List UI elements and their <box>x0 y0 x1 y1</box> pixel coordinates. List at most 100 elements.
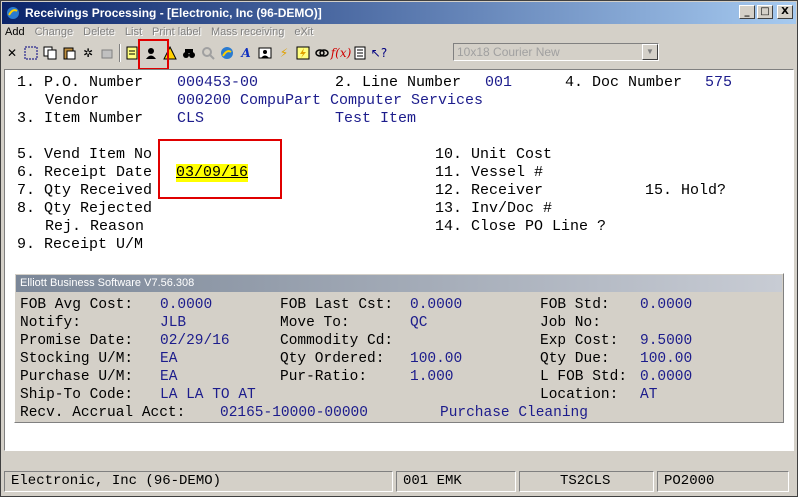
quick-action-icon[interactable] <box>294 44 312 62</box>
rej-reason-label: Rej. Reason <box>45 218 145 235</box>
receipt-um-label: 9. Receipt U/M <box>17 236 144 253</box>
po-number-value[interactable]: 000453-00 <box>177 74 258 92</box>
fob-avg-cost-label: FOB Avg Cost: <box>20 297 134 313</box>
vendor-label: Vendor <box>45 92 100 109</box>
maximize-button[interactable]: □ <box>757 5 773 19</box>
status-terminal: TS2CLS <box>519 471 654 492</box>
menu-add[interactable]: Add <box>5 26 25 42</box>
settings-icon[interactable]: ✲ <box>79 44 97 62</box>
purchase-um-label: Purchase U/M: <box>20 369 134 385</box>
contact-icon[interactable] <box>256 44 274 62</box>
item-number-value[interactable]: CLS <box>177 110 204 128</box>
vendor-value: 000200 CompuPart Computer Services <box>177 92 484 109</box>
menu-delete[interactable]: Delete <box>83 26 115 42</box>
qty-due-label: Qty Due: <box>540 351 610 367</box>
vend-item-no-label: 5. Vend Item No <box>17 146 153 163</box>
vessel-label: 11. Vessel # <box>435 164 544 181</box>
stocking-um-value: EA <box>160 351 178 367</box>
title-bar[interactable]: Receivings Processing - [Electronic, Inc… <box>2 2 796 24</box>
menu-change[interactable]: Change <box>35 26 74 42</box>
inv-doc-label: 13. Inv/Doc # <box>435 200 553 217</box>
recv-accrual-value: 02165-10000-00000 <box>220 405 368 421</box>
cut-icon[interactable]: ✕ <box>3 44 21 62</box>
export-icon[interactable] <box>98 44 116 62</box>
link-icon[interactable] <box>313 44 331 62</box>
qty-rejected-label: 8. Qty Rejected <box>17 200 153 217</box>
hold-label: 15. Hold? <box>645 182 727 199</box>
doc-number-value[interactable]: 575 <box>705 74 732 92</box>
status-company: Electronic, Inc (96-DEMO) <box>4 471 393 492</box>
item-description: Test Item <box>335 110 417 127</box>
list-icon[interactable] <box>351 44 369 62</box>
pur-ratio-label: Pur-Ratio: <box>280 369 368 385</box>
stocking-um-label: Stocking U/M: <box>20 351 134 367</box>
toolbar: ✕ ✲ A ⚡ f(x) ↖? 10x18 Courier New ▼ <box>3 42 793 64</box>
ship-to-code-value: LA LA TO AT <box>160 387 256 403</box>
info-panel: Elliott Business Software V7.56.308 FOB … <box>14 273 784 423</box>
location-label: Location: <box>540 387 619 403</box>
help-pointer-icon[interactable]: ↖? <box>370 44 388 62</box>
status-program: PO2000 <box>657 471 789 492</box>
receipt-date-label: 6. Receipt Date <box>17 164 153 181</box>
elliott-logo-icon <box>5 5 21 21</box>
l-fob-std-value: 0.0000 <box>640 369 693 385</box>
notify-value: JLB <box>160 315 187 331</box>
notify-label: Notify: <box>20 315 81 331</box>
po-number-label: 1. P.O. Number <box>17 74 144 91</box>
item-number-label: 3. Item Number <box>17 110 144 127</box>
line-number-value[interactable]: 001 <box>485 74 512 92</box>
qty-ordered-label: Qty Ordered: <box>280 351 385 367</box>
move-to-label: Move To: <box>280 315 350 331</box>
recv-accrual-label: Recv. Accrual Acct: <box>20 405 186 421</box>
purchase-um-value: EA <box>160 369 178 385</box>
window-title: Receivings Processing - [Electronic, Inc… <box>25 6 322 20</box>
minimize-button[interactable]: _ <box>739 5 755 19</box>
recv-accrual-description: Purchase Cleaning <box>440 405 588 421</box>
commodity-cd-label: Commodity Cd: <box>280 333 394 349</box>
unit-cost-label: 10. Unit Cost <box>435 146 553 163</box>
app-window: Receivings Processing - [Electronic, Inc… <box>0 0 798 497</box>
info-panel-header: Elliott Business Software V7.56.308 <box>16 275 782 292</box>
close-po-line-label: 14. Close PO Line ? <box>435 218 607 235</box>
ship-to-code-label: Ship-To Code: <box>20 387 134 403</box>
copy-icon[interactable] <box>41 44 59 62</box>
fob-last-cst-value: 0.0000 <box>410 297 463 313</box>
select-icon[interactable] <box>22 44 40 62</box>
exp-cost-label: Exp Cost: <box>540 333 619 349</box>
pur-ratio-value: 1.000 <box>410 369 454 385</box>
binoculars-icon[interactable] <box>180 44 198 62</box>
qty-ordered-value: 100.00 <box>410 351 463 367</box>
font-size-select[interactable]: 10x18 Courier New ▼ <box>453 43 659 61</box>
qty-due-value: 100.00 <box>640 351 693 367</box>
lightning-icon[interactable]: ⚡ <box>275 44 293 62</box>
menu-mass-receiving[interactable]: Mass receiving <box>211 26 284 42</box>
job-no-label: Job No: <box>540 315 601 331</box>
web-icon[interactable] <box>218 44 236 62</box>
chevron-down-icon[interactable]: ▼ <box>642 44 658 60</box>
exp-cost-value: 9.5000 <box>640 333 693 349</box>
fob-std-value: 0.0000 <box>640 297 693 313</box>
fob-avg-cost-value: 0.0000 <box>160 297 213 313</box>
fob-std-label: FOB Std: <box>540 297 610 313</box>
l-fob-std-label: L FOB Std: <box>540 369 628 385</box>
info-panel-title: Elliott Business Software V7.56.308 <box>20 277 195 289</box>
doc-number-label: 4. Doc Number <box>565 74 683 91</box>
fob-last-cst-label: FOB Last Cst: <box>280 297 394 313</box>
receiver-label: 12. Receiver <box>435 182 544 199</box>
qty-received-label: 7. Qty Received <box>17 182 153 199</box>
receipt-date-highlight-box <box>158 139 282 199</box>
location-value: AT <box>640 387 658 403</box>
line-number-label: 2. Line Number <box>335 74 462 91</box>
paste-icon[interactable] <box>60 44 78 62</box>
search-icon[interactable] <box>199 44 217 62</box>
menu-exit[interactable]: eXit <box>294 26 313 42</box>
status-bar: Electronic, Inc (96-DEMO) 001 EMK TS2CLS… <box>4 471 794 493</box>
move-to-value: QC <box>410 315 428 331</box>
font-icon[interactable]: A <box>237 44 255 62</box>
function-icon[interactable]: f(x) <box>331 44 352 62</box>
toolbar-highlight-box <box>138 39 169 70</box>
promise-date-label: Promise Date: <box>20 333 134 349</box>
close-button[interactable]: X <box>777 5 793 19</box>
promise-date-value: 02/29/16 <box>160 333 230 349</box>
status-user: 001 EMK <box>396 471 516 492</box>
